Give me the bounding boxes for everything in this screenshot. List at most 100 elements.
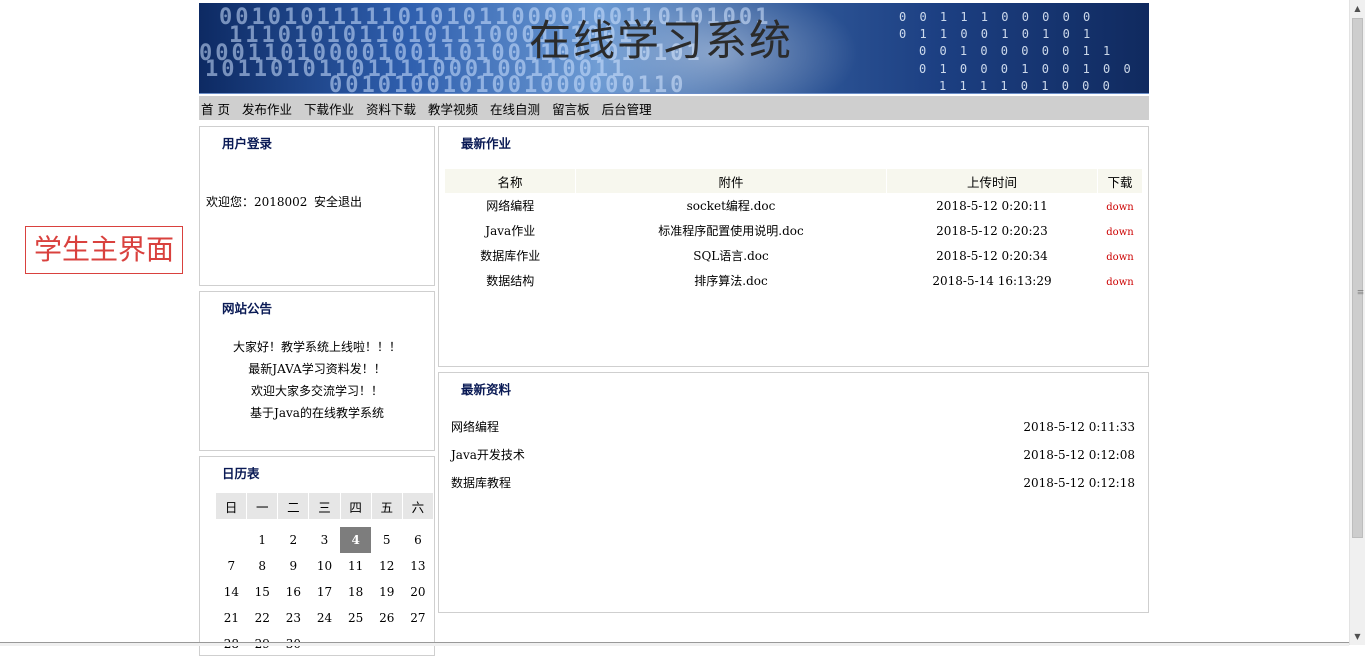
- nav-item-download-homework[interactable]: 下载作业: [304, 99, 354, 118]
- welcome-text: 欢迎您：2018002: [206, 195, 308, 209]
- homework-name: 数据库作业: [480, 249, 541, 263]
- calendar-day[interactable]: 17: [309, 579, 340, 605]
- banner-binary-row: 0010100101001000000110: [329, 73, 687, 94]
- homework-table: 名称 附件 上传时间 下载 网络编程 socket编程.doc 2018-5-1…: [445, 169, 1143, 293]
- homework-name: 数据结构: [486, 274, 535, 288]
- weekday-header: 日: [216, 493, 248, 519]
- calendar-day[interactable]: 24: [309, 605, 340, 631]
- list-item: 网络编程 2018-5-12 0:11:33: [451, 417, 1135, 437]
- material-time: 2018-5-12 0:11:33: [1023, 420, 1135, 434]
- weekday-header: 六: [402, 493, 435, 519]
- calendar-day[interactable]: 16: [278, 579, 309, 605]
- scroll-up-arrow-icon[interactable]: ▲: [1350, 0, 1365, 17]
- calendar-day[interactable]: 26: [371, 605, 402, 631]
- notice-item: 最新JAVA学习资料发！！: [248, 362, 386, 376]
- list-item: 数据库教程 2018-5-12 0:12:18: [451, 473, 1135, 493]
- homework-col-upload-time: 上传时间: [886, 169, 1098, 193]
- calendar-table: 日 一 二 三 四 五 六 1 2 3 4 5 6 7 8 9 10 11 12…: [216, 493, 435, 657]
- scroll-down-arrow-icon[interactable]: ▼: [1350, 628, 1365, 645]
- download-link[interactable]: down: [1106, 252, 1133, 263]
- homework-col-name: 名称: [445, 169, 576, 193]
- calendar-day[interactable]: 14: [216, 579, 247, 605]
- homework-name: 网络编程: [486, 199, 535, 213]
- site-title: 在线学习系统: [529, 16, 794, 65]
- calendar-panel-title: 日历表: [222, 466, 260, 481]
- weekday-header: 四: [340, 493, 372, 519]
- calendar-day[interactable]: 19: [371, 579, 402, 605]
- banner-binary-row: 1 1 1 1 0 1 0 0 0: [939, 79, 1113, 93]
- banner-binary-row: 0 0 1 1 1 0 0 0 0 0: [899, 10, 1094, 24]
- homework-attachment: socket编程.doc: [686, 199, 776, 213]
- nav-item-admin[interactable]: 后台管理: [602, 99, 652, 118]
- notice-item: 大家好！教学系统上线啦！！！: [232, 340, 401, 354]
- page-bottom-edge: [0, 642, 1349, 646]
- logout-link[interactable]: 安全退出: [314, 193, 362, 210]
- calendar-day[interactable]: 22: [247, 605, 278, 631]
- calendar-day[interactable]: 27: [402, 605, 433, 631]
- download-link[interactable]: down: [1106, 202, 1133, 213]
- login-panel: 用户登录 欢迎您：2018002 安全退出: [199, 126, 435, 286]
- nav-item-publish-homework[interactable]: 发布作业: [242, 99, 292, 118]
- calendar-day[interactable]: 13: [402, 553, 433, 579]
- calendar-day: [216, 527, 247, 553]
- login-panel-title: 用户登录: [222, 136, 273, 151]
- nav-item-message-board[interactable]: 留言板: [552, 99, 590, 118]
- calendar-day[interactable]: 6: [402, 527, 433, 553]
- calendar-day[interactable]: 15: [247, 579, 278, 605]
- calendar-day[interactable]: 12: [371, 553, 402, 579]
- latest-homework-panel: 最新作业 名称 附件 上传时间 下载 网络编程 socket编程.doc 201…: [438, 126, 1149, 367]
- notice-panel: 网站公告 大家好！教学系统上线啦！！！ 最新JAVA学习资料发！！ 欢迎大家多交…: [199, 291, 435, 451]
- material-name-link[interactable]: 数据库教程: [451, 473, 511, 493]
- calendar-day[interactable]: 20: [402, 579, 433, 605]
- notice-item: 基于Java的在线教学系统: [250, 406, 384, 420]
- vertical-scrollbar[interactable]: ▲ ≡ ▼: [1349, 0, 1365, 645]
- material-name-link[interactable]: 网络编程: [451, 417, 499, 437]
- calendar-day[interactable]: 25: [340, 605, 371, 631]
- material-time: 2018-5-12 0:12:18: [1023, 476, 1135, 490]
- table-row: 数据结构 排序算法.doc 2018-5-14 16:13:29 down: [445, 268, 1143, 293]
- calendar-day[interactable]: 18: [340, 579, 371, 605]
- latest-materials-title: 最新资料: [461, 382, 512, 397]
- nav-item-home[interactable]: 首 页: [201, 99, 230, 118]
- homework-col-attachment: 附件: [575, 169, 887, 193]
- site-banner: 0010101111101010110000100110101001 11101…: [199, 3, 1149, 94]
- list-item: Java开发技术 2018-5-12 0:12:08: [451, 445, 1135, 465]
- calendar-day[interactable]: 8: [247, 553, 278, 579]
- nav-item-online-test[interactable]: 在线自测: [490, 99, 540, 118]
- calendar-day[interactable]: 23: [278, 605, 309, 631]
- calendar-day[interactable]: 5: [371, 527, 402, 553]
- calendar-day-today[interactable]: 4: [340, 527, 372, 553]
- homework-attachment: SQL语言.doc: [693, 249, 769, 263]
- homework-upload-time: 2018-5-12 0:20:11: [936, 198, 1048, 213]
- homework-attachment: 标准程序配置使用说明.doc: [658, 224, 804, 238]
- latest-homework-title: 最新作业: [461, 136, 512, 151]
- weekday-header: 五: [371, 493, 403, 519]
- download-link[interactable]: down: [1106, 277, 1133, 288]
- calendar-day[interactable]: 21: [216, 605, 247, 631]
- download-link[interactable]: down: [1106, 227, 1133, 238]
- calendar-day[interactable]: 1: [247, 527, 278, 553]
- banner-binary-row: 0 1 0 0 0 1 0 0 1 0 0: [919, 62, 1134, 76]
- calendar-day[interactable]: 3: [309, 527, 340, 553]
- nav-item-material-download[interactable]: 资料下载: [366, 99, 416, 118]
- calendar-day[interactable]: 11: [340, 553, 371, 579]
- latest-materials-panel: 最新资料 网络编程 2018-5-12 0:11:33 Java开发技术 201…: [438, 372, 1149, 613]
- homework-upload-time: 2018-5-12 0:20:23: [936, 223, 1048, 238]
- grip-icon: ≡: [1356, 288, 1365, 298]
- notice-panel-title: 网站公告: [222, 301, 273, 316]
- table-row: 网络编程 socket编程.doc 2018-5-12 0:20:11 down: [445, 193, 1143, 218]
- page-caption-label: 学生主界面: [25, 226, 183, 274]
- weekday-header: 二: [277, 493, 310, 519]
- scrollbar-thumb[interactable]: ≡: [1352, 18, 1365, 538]
- table-row: 数据库作业 SQL语言.doc 2018-5-12 0:20:34 down: [445, 243, 1143, 268]
- calendar-day[interactable]: 7: [216, 553, 247, 579]
- material-time: 2018-5-12 0:12:08: [1023, 448, 1135, 462]
- main-navbar: 首 页 发布作业 下载作业 资料下载 教学视频 在线自测 留言板 后台管理: [199, 96, 1149, 120]
- calendar-day[interactable]: 2: [278, 527, 309, 553]
- material-name-link[interactable]: Java开发技术: [451, 445, 525, 465]
- banner-binary-row: 0 1 1 0 0 1 0 1 0 1: [899, 27, 1094, 41]
- homework-attachment: 排序算法.doc: [694, 274, 768, 288]
- calendar-day[interactable]: 10: [309, 553, 340, 579]
- nav-item-teaching-video[interactable]: 教学视频: [428, 99, 478, 118]
- calendar-day[interactable]: 9: [278, 553, 309, 579]
